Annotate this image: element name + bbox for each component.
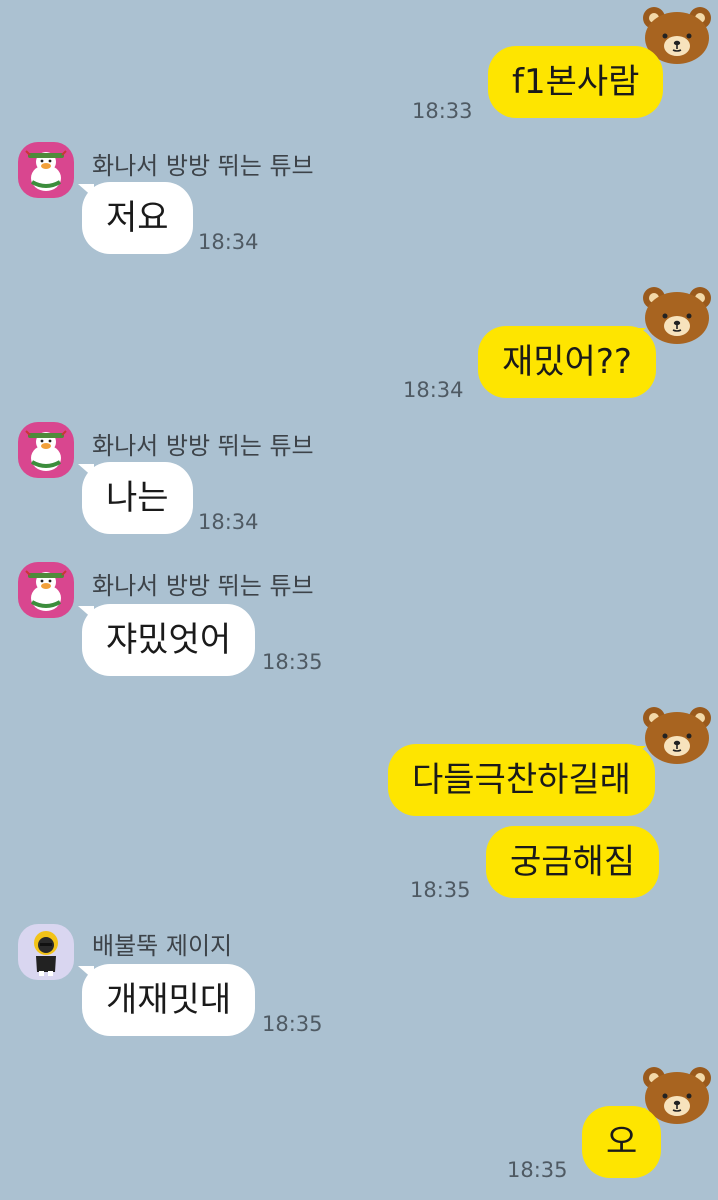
message-time: 18:35 [262,650,323,674]
message-time: 18:35 [410,878,471,902]
bear-sticker-icon [643,287,711,344]
outgoing-message-bubble[interactable]: 궁금해짐 [486,826,660,898]
outgoing-message-bubble[interactable]: 다들극찬하길래 [388,744,655,816]
tube-avatar-icon [25,570,67,611]
sender-name: 배불뚝 제이지 [92,932,233,960]
sender-name: 화나서 방방 뛰는 튜브 [92,572,314,600]
incoming-message-bubble[interactable]: 나는 [82,462,193,534]
sender-name: 화나서 방방 뛰는 튜브 [92,432,314,460]
outgoing-message-bubble[interactable]: 오 [582,1106,662,1178]
incoming-message-bubble[interactable]: 개재밋대 [82,964,256,1036]
tube-avatar-icon [25,430,67,471]
sender-name: 화나서 방방 뛰는 튜브 [92,152,314,180]
jayg-avatar[interactable] [18,924,74,980]
tube-duck-avatar[interactable] [18,562,74,618]
incoming-message-bubble[interactable]: 쟈밌엇어 [82,604,256,676]
chat-room[interactable]: f1본사람 18:33 화나서 방방 뛰는 튜브 저요 18:34 재밌어?? … [0,0,718,1200]
tube-avatar-icon [25,150,67,191]
message-time: 18:35 [507,1158,568,1182]
message-time: 18:33 [412,99,473,123]
incoming-message-bubble[interactable]: 저요 [82,182,193,254]
message-time: 18:34 [198,230,259,254]
tube-duck-avatar[interactable] [18,422,74,478]
message-time: 18:35 [262,1012,323,1036]
outgoing-message-bubble[interactable]: f1본사람 [488,46,664,118]
bear-sticker-icon [643,707,711,764]
message-time: 18:34 [403,378,464,402]
outgoing-message-bubble[interactable]: 재밌어?? [478,326,656,398]
jayg-avatar-icon [34,931,58,976]
message-time: 18:34 [198,510,259,534]
tube-duck-avatar[interactable] [18,142,74,198]
